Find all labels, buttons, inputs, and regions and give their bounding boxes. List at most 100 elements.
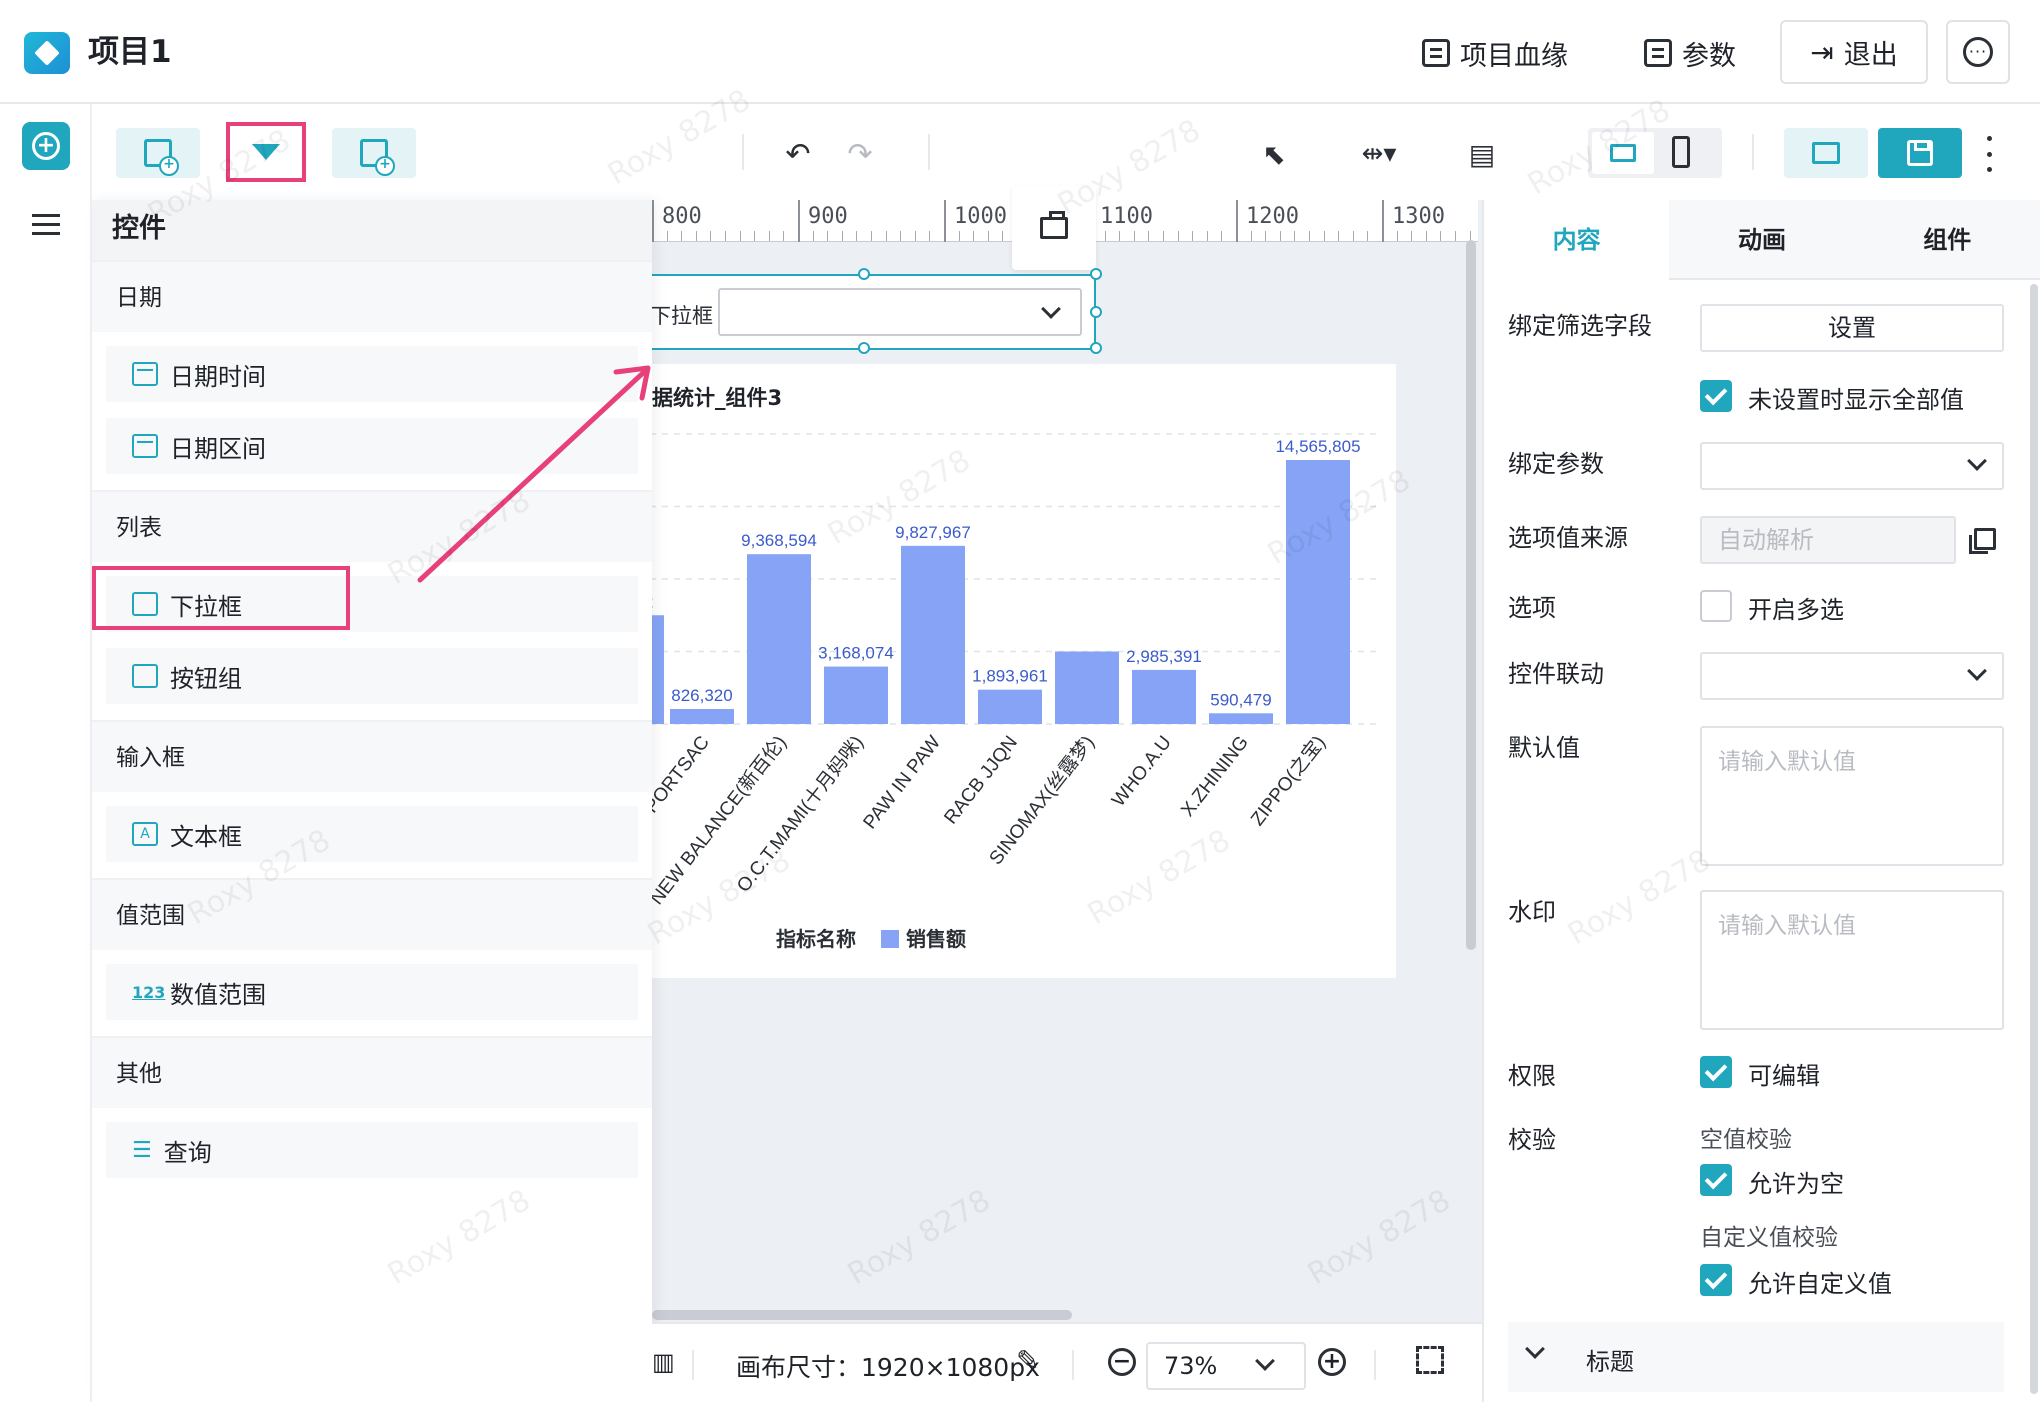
edit-size-icon[interactable]: ✎	[1016, 1344, 1039, 1377]
allow-null-checkbox[interactable]	[1700, 1164, 1732, 1196]
more-options-button[interactable]: ···	[1946, 20, 2010, 84]
toolbar-more-icon[interactable]	[1984, 136, 1994, 172]
resize-handle[interactable]	[1090, 268, 1102, 280]
zoom-in-icon[interactable]: +	[1318, 1348, 1346, 1376]
bar-value-label: 2,985,391	[1126, 647, 1202, 666]
layout-settings-icon[interactable]: ▤	[1464, 136, 1500, 172]
allow-custom-checkbox[interactable]	[1700, 1264, 1732, 1296]
zoom-value: 73%	[1164, 1352, 1218, 1380]
tab-animation[interactable]: 动画	[1669, 200, 1855, 280]
allow-null-label: 允许为空	[1748, 1170, 1844, 1198]
multi-select-checkbox[interactable]	[1700, 590, 1732, 622]
watermark-input[interactable]: 请输入默认值	[1700, 890, 2004, 1030]
ruler-label: 800	[662, 204, 702, 229]
permission-label: 权限	[1508, 1062, 1556, 1090]
tab-content[interactable]: 内容	[1484, 200, 1670, 280]
control-item-datetime[interactable]: 日期时间	[106, 346, 638, 402]
control-panel-title: 控件	[92, 200, 652, 260]
project-title: 项目1	[88, 34, 172, 70]
params-button[interactable]: 参数	[1644, 28, 1736, 78]
control-item-textbox[interactable]: A 文本框	[106, 806, 638, 862]
control-item-query[interactable]: ☰ 查询	[106, 1122, 638, 1178]
copy-icon[interactable]	[1969, 528, 1996, 554]
redo-icon[interactable]: ↷	[842, 136, 878, 172]
editable-checkbox[interactable]	[1700, 1056, 1732, 1088]
desktop-view-button[interactable]	[1592, 132, 1654, 174]
category-tick-label: WHO.A.U	[1108, 732, 1176, 811]
canvas-vertical-scrollbar[interactable]	[1466, 240, 1476, 950]
zoom-select[interactable]: 73%	[1146, 1342, 1306, 1390]
ruler-minor-tick	[1163, 231, 1164, 241]
ruler-minor-tick	[958, 231, 960, 241]
default-value-label: 默认值	[1508, 734, 1580, 762]
number-range-icon: 123	[132, 982, 166, 1002]
resize-handle[interactable]	[858, 268, 870, 280]
resize-handle[interactable]	[858, 342, 870, 354]
resize-handle[interactable]	[1090, 306, 1102, 318]
project-lineage-button[interactable]: 项目血缘	[1422, 28, 1568, 78]
ruler-minor-tick	[1221, 231, 1223, 241]
control-item-label: 数值范围	[170, 980, 266, 1009]
mobile-view-button[interactable]	[1672, 136, 1690, 168]
ruler-label: 1000	[954, 204, 1007, 229]
default-value-input[interactable]: 请输入默认值	[1700, 726, 2004, 866]
layer-list-icon[interactable]	[32, 214, 60, 238]
ruler-minor-tick	[1133, 231, 1135, 241]
ruler-major-tick	[652, 200, 654, 242]
chart-bar	[1132, 669, 1196, 724]
add-filter-button[interactable]	[226, 122, 306, 182]
chart-bar	[747, 554, 811, 724]
dropdown-widget-label: 下拉框	[650, 304, 713, 328]
ruler-minor-tick	[914, 231, 916, 241]
validate-label: 校验	[1508, 1126, 1556, 1154]
select-cursor-icon[interactable]: ⬉	[1256, 136, 1292, 172]
ellipsis-icon: ···	[1963, 37, 1993, 67]
ruler-minor-tick	[1177, 231, 1179, 241]
title-section-toggle[interactable]: 标题	[1508, 1322, 2004, 1392]
ruler-minor-tick	[1411, 231, 1413, 241]
chart-add-icon	[144, 139, 179, 176]
align-dropdown-icon[interactable]: ⇹▾	[1354, 136, 1404, 172]
bar-chart-card[interactable]: 据统计_组件3 5,172826,320SPORTSAC9,368,594NEW…	[640, 364, 1396, 978]
add-table-button[interactable]	[332, 128, 416, 178]
ruler-minor-tick	[1265, 231, 1267, 241]
canvas-horizontal-scrollbar[interactable]	[652, 1310, 1072, 1320]
options-label: 选项	[1508, 594, 1556, 622]
legend-swatch	[881, 930, 899, 948]
ruler-minor-tick	[812, 231, 814, 241]
component-toolbox-button[interactable]	[1012, 186, 1096, 270]
dropdown-widget[interactable]: 下拉框	[640, 268, 1102, 354]
bind-param-label: 绑定参数	[1508, 450, 1604, 478]
zoom-out-icon[interactable]: −	[1108, 1348, 1136, 1376]
bind-field-settings-button[interactable]: 设置	[1700, 304, 2004, 352]
control-item-date-range[interactable]: 日期区间	[106, 418, 638, 474]
fit-screen-icon[interactable]	[1416, 1346, 1444, 1374]
show-all-checkbox[interactable]	[1700, 380, 1732, 412]
left-rail: +	[0, 104, 92, 1402]
add-chart-button[interactable]	[116, 128, 200, 178]
add-component-button[interactable]: +	[22, 122, 70, 170]
legend-title: 指标名称	[776, 927, 856, 951]
properties-scrollbar[interactable]	[2030, 284, 2038, 1394]
show-all-label: 未设置时显示全部值	[1748, 386, 1964, 414]
button-group-icon	[132, 664, 158, 688]
tab-component[interactable]: 组件	[1854, 200, 2040, 280]
control-item-button-group[interactable]: 按钮组	[106, 648, 638, 704]
resize-handle[interactable]	[1090, 342, 1102, 354]
grid-toggle-icon[interactable]: ▥	[652, 1348, 675, 1376]
custom-check-label: 自定义值校验	[1700, 1225, 1838, 1251]
save-button[interactable]	[1878, 128, 1962, 178]
section-other: 其他	[92, 1036, 652, 1108]
exit-button[interactable]: ⇥ 退出	[1780, 20, 1928, 84]
dropdown-widget-select[interactable]	[718, 288, 1082, 336]
linkage-select[interactable]	[1700, 652, 2004, 700]
ruler-minor-tick	[827, 231, 829, 241]
preview-button[interactable]	[1784, 128, 1868, 178]
control-item-number-range[interactable]: 123 数值范围	[106, 964, 638, 1020]
ruler-minor-tick	[929, 231, 931, 241]
bind-param-select[interactable]	[1700, 442, 2004, 490]
undo-icon[interactable]: ↶	[780, 136, 816, 172]
ruler-minor-tick	[1104, 231, 1106, 241]
watermark-label: 水印	[1508, 898, 1556, 926]
params-icon	[1644, 39, 1672, 67]
